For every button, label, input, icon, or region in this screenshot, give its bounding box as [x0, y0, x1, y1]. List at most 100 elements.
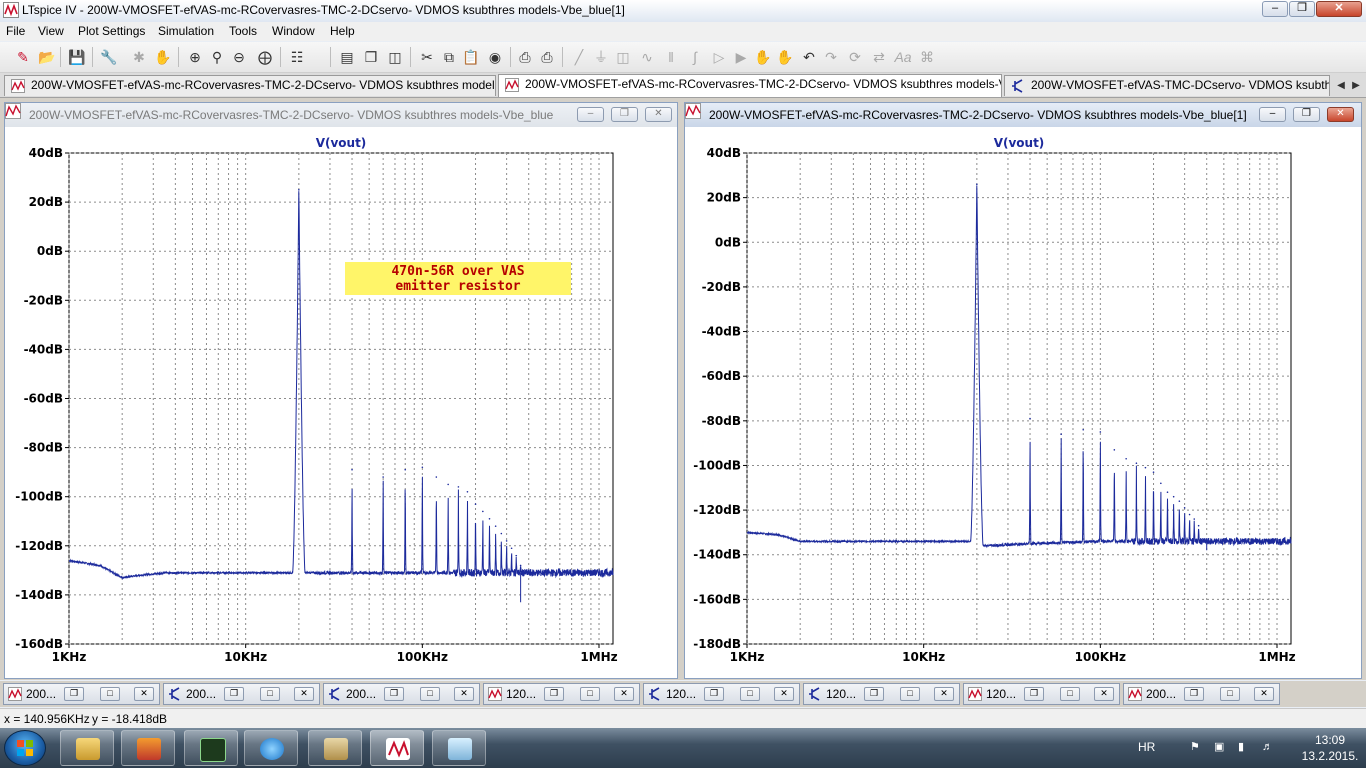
- restore-icon[interactable]: ❐: [224, 687, 244, 701]
- device-icon[interactable]: ▣: [1214, 741, 1226, 753]
- plot-left-chart[interactable]: 40dB 20dB 0dB -20dB -40dB -60dB -80dB -100dB -12…: [7, 129, 677, 678]
- resistor-icon[interactable]: ∿: [638, 48, 656, 66]
- maximize-icon[interactable]: □: [900, 687, 920, 701]
- close-icon[interactable]: ✕: [614, 687, 634, 701]
- restore-icon[interactable]: ❐: [64, 687, 84, 701]
- maximize-icon[interactable]: □: [740, 687, 760, 701]
- plot-window-right-titlebar[interactable]: 200W-VMOSFET-efVAS-mc-RCovervasres-TMC-2…: [685, 103, 1361, 127]
- plot-window-left[interactable]: 200W-VMOSFET-efVAS-mc-RCovervasres-TMC-2…: [4, 102, 678, 679]
- open-icon[interactable]: 📂: [38, 48, 56, 66]
- new-schematic-icon[interactable]: ✎: [14, 48, 32, 66]
- taskbar-app-7[interactable]: [432, 730, 486, 766]
- plot-window-left-titlebar[interactable]: 200W-VMOSFET-efVAS-mc-RCovervasres-TMC-2…: [5, 103, 677, 127]
- print-setup-icon[interactable]: ⎙: [516, 48, 534, 66]
- move-icon[interactable]: ✋: [754, 48, 772, 66]
- language-indicator[interactable]: HR: [1138, 740, 1155, 754]
- tabs-scroll-left-icon[interactable]: ◀: [1334, 77, 1348, 95]
- plot-annotation[interactable]: 470n-56R over VAS emitter resistor: [345, 262, 571, 295]
- close-icon[interactable]: ✕: [134, 687, 154, 701]
- diode-icon[interactable]: ▷: [710, 48, 728, 66]
- plot-left-close-button[interactable]: ✕: [645, 107, 672, 122]
- mirror-icon[interactable]: ⇄: [870, 48, 888, 66]
- find-icon[interactable]: ◉: [486, 48, 504, 66]
- volume-icon[interactable]: ♬: [1262, 741, 1274, 753]
- label-icon[interactable]: ◫: [614, 48, 632, 66]
- minimized-window-7[interactable]: 120... ❐ □ ✕: [963, 683, 1120, 705]
- menu-file[interactable]: File: [6, 24, 25, 38]
- ltspice-app-icon[interactable]: [3, 2, 19, 18]
- cascade-icon[interactable]: ❐: [362, 48, 380, 66]
- taskbar-internet-explorer[interactable]: [244, 730, 298, 766]
- maximize-icon[interactable]: □: [580, 687, 600, 701]
- maximize-icon[interactable]: □: [100, 687, 120, 701]
- component-icon[interactable]: ▶: [732, 48, 750, 66]
- rotate-icon[interactable]: ⟳: [846, 48, 864, 66]
- flag-icon[interactable]: ⚑: [1190, 741, 1202, 753]
- menu-tools[interactable]: Tools: [229, 24, 257, 38]
- cut-icon[interactable]: ✂: [418, 48, 436, 66]
- minimized-window-4[interactable]: 120... ❐ □ ✕: [483, 683, 640, 705]
- spice-directive-icon[interactable]: ⌘: [918, 48, 936, 66]
- menu-plot-settings[interactable]: Plot Settings: [78, 24, 145, 38]
- zoom-area-icon[interactable]: ⚲: [208, 48, 226, 66]
- menu-window[interactable]: Window: [272, 24, 315, 38]
- plot-left-restore-button[interactable]: ❐: [611, 107, 638, 122]
- zoom-in-icon[interactable]: ⊕: [186, 48, 204, 66]
- ground-icon[interactable]: ⏚: [592, 48, 610, 66]
- minimized-window-8[interactable]: 200... ❐ □ ✕: [1123, 683, 1280, 705]
- close-icon[interactable]: ✕: [1254, 687, 1274, 701]
- wire-icon[interactable]: ╱: [570, 48, 588, 66]
- menu-help[interactable]: Help: [330, 24, 355, 38]
- restore-button[interactable]: ❐: [1289, 1, 1315, 17]
- minimized-window-6[interactable]: 120... ❐ □ ✕: [803, 683, 960, 705]
- restore-icon[interactable]: ❐: [1184, 687, 1204, 701]
- inductor-icon[interactable]: ∫: [686, 48, 704, 66]
- undo-icon[interactable]: ↶: [800, 48, 818, 66]
- plot-right-chart[interactable]: 40dB 20dB 0dB -20dB -40dB -60dB -80dB -100dB -12…: [687, 129, 1361, 678]
- plot-window-right[interactable]: 200W-VMOSFET-efVAS-mc-RCovervasres-TMC-2…: [684, 102, 1362, 679]
- maximize-icon[interactable]: □: [260, 687, 280, 701]
- run-icon[interactable]: ✱: [130, 48, 148, 66]
- restore-icon[interactable]: ❐: [704, 687, 724, 701]
- minimized-window-3[interactable]: 200... ❐ □ ✕: [323, 683, 480, 705]
- doc-tab-3[interactable]: 200W-VMOSFET-efVAS-TMC-DCservo- VDMOS ks…: [1004, 75, 1330, 96]
- close-icon[interactable]: ✕: [454, 687, 474, 701]
- plot-right-restore-button[interactable]: ❐: [1293, 107, 1320, 122]
- pan-icon[interactable]: ✋: [154, 48, 172, 66]
- minimize-button[interactable]: –: [1262, 1, 1288, 17]
- plot-right-body[interactable]: 40dB 20dB 0dB -20dB -40dB -60dB -80dB -100dB -12…: [687, 129, 1359, 676]
- tile-horizontal-icon[interactable]: ▤: [338, 48, 356, 66]
- taskbar-explorer[interactable]: [60, 730, 114, 766]
- restore-icon[interactable]: ❐: [864, 687, 884, 701]
- copy-icon[interactable]: ⧉: [440, 48, 458, 66]
- taskbar-app-2[interactable]: [121, 730, 175, 766]
- minimized-window-2[interactable]: 200... ❐ □ ✕: [163, 683, 320, 705]
- restore-icon[interactable]: ❐: [384, 687, 404, 701]
- zoom-fit-icon[interactable]: ⨁: [256, 48, 274, 66]
- tile-vertical-icon[interactable]: ◫: [386, 48, 404, 66]
- drag-icon[interactable]: ✋: [776, 48, 794, 66]
- paste-icon[interactable]: 📋: [462, 48, 480, 66]
- doc-tab-2[interactable]: 200W-VMOSFET-efVAS-mc-RCovervasres-TMC-2…: [498, 74, 1002, 97]
- restore-icon[interactable]: ❐: [544, 687, 564, 701]
- plot-right-minimize-button[interactable]: –: [1259, 107, 1286, 122]
- plot-left-minimize-button[interactable]: –: [577, 107, 604, 122]
- minimized-window-1[interactable]: 200... ❐ □ ✕: [3, 683, 160, 705]
- control-panel-icon[interactable]: 🔧: [100, 48, 118, 66]
- print-icon[interactable]: ⎙: [538, 48, 556, 66]
- taskbar-oscilloscope[interactable]: [184, 730, 238, 766]
- autorange-icon[interactable]: ☷: [288, 48, 306, 66]
- save-icon[interactable]: 💾: [68, 48, 86, 66]
- maximize-icon[interactable]: □: [1220, 687, 1240, 701]
- menu-simulation[interactable]: Simulation: [158, 24, 214, 38]
- close-icon[interactable]: ✕: [294, 687, 314, 701]
- menu-view[interactable]: View: [38, 24, 64, 38]
- close-icon[interactable]: ✕: [1094, 687, 1114, 701]
- redo-icon[interactable]: ↷: [822, 48, 840, 66]
- close-icon[interactable]: ✕: [774, 687, 794, 701]
- minimized-window-5[interactable]: 120... ❐ □ ✕: [643, 683, 800, 705]
- capacitor-icon[interactable]: ‖: [662, 48, 680, 66]
- plot-right-close-button[interactable]: ✕: [1327, 107, 1354, 122]
- maximize-icon[interactable]: □: [1060, 687, 1080, 701]
- taskbar-app-5[interactable]: [308, 730, 362, 766]
